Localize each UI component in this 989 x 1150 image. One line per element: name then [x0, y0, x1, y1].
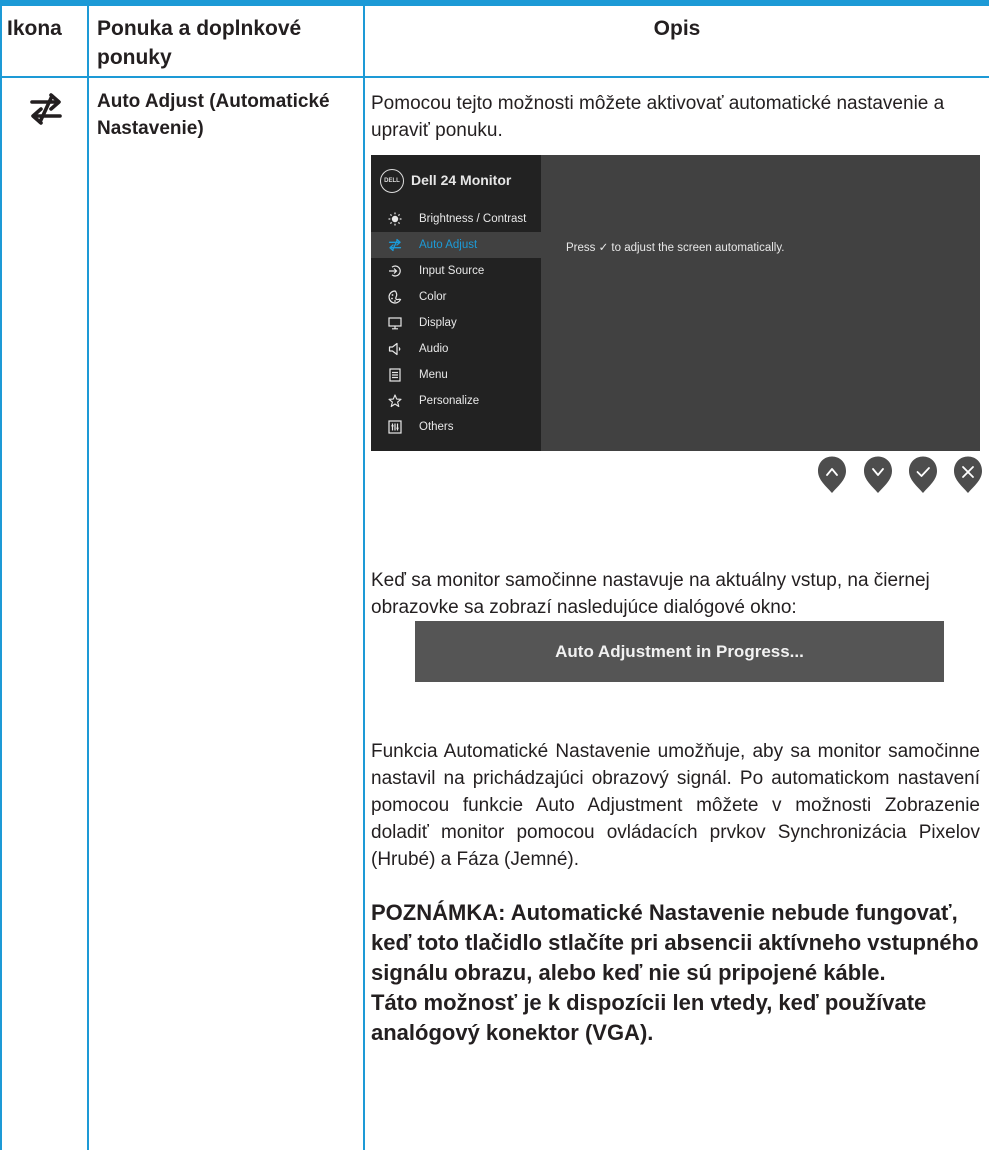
- auto-adjust-icon: [388, 238, 402, 252]
- note-text: POZNÁMKA: Automatické Nastavenie nebude …: [371, 900, 979, 985]
- input-source-icon: [389, 265, 401, 277]
- table-top-border: [0, 0, 989, 6]
- monitor-osd-screenshot: DELL Dell 24 Monitor Brightness / Contra…: [371, 155, 980, 451]
- note-vga-text: Táto možnosť je k dispozícii len vtedy, …: [371, 990, 927, 1045]
- osd-item-brightness[interactable]: Brightness / Contrast: [371, 206, 541, 232]
- table-border-col1: [87, 6, 89, 1150]
- osd-message: Press ✓ to adjust the screen automatical…: [566, 242, 785, 254]
- header-menu-column: Ponuka a doplnkové ponuky: [97, 17, 302, 69]
- dell-logo: DELL: [380, 169, 404, 193]
- star-icon: [388, 394, 402, 408]
- auto-adjust-icon: [30, 93, 62, 125]
- osd-item-label: Display: [419, 317, 457, 329]
- audio-icon: [388, 342, 401, 356]
- brightness-icon: [388, 212, 402, 226]
- header-divider: [0, 76, 989, 78]
- header-icon-column: Ikona: [7, 17, 62, 40]
- table-border-col2: [363, 6, 365, 1150]
- description-text: Funkcia Automatické Nastavenie umožňuje,…: [371, 741, 980, 870]
- osd-item-menu[interactable]: Menu: [371, 362, 541, 388]
- osd-title: Dell 24 Monitor: [411, 172, 512, 188]
- dialog-intro-text: Keď sa monitor samočinne nastavuje na ak…: [371, 570, 930, 618]
- osd-item-input-source[interactable]: Input Source: [371, 258, 541, 284]
- osd-item-others[interactable]: Others: [371, 414, 541, 440]
- table-border-left: [0, 6, 2, 1150]
- intro-text: Pomocou tejto možnosti môžete aktivovať …: [371, 93, 945, 141]
- note-block: POZNÁMKA: Automatické Nastavenie nebude …: [371, 898, 980, 1048]
- osd-item-audio[interactable]: Audio: [371, 336, 541, 362]
- osd-item-personalize[interactable]: Personalize: [371, 388, 541, 414]
- exit-button[interactable]: [953, 455, 983, 495]
- down-button[interactable]: [863, 455, 893, 495]
- confirm-button[interactable]: [908, 455, 938, 495]
- osd-item-label: Input Source: [419, 265, 485, 277]
- menu-item-name: Auto Adjust (Automatické Nastavenie): [97, 91, 330, 139]
- osd-item-label: Audio: [419, 343, 449, 355]
- auto-adjust-progress-dialog: Auto Adjustment in Progress...: [415, 621, 944, 682]
- osd-item-label: Menu: [419, 369, 448, 381]
- up-button[interactable]: [817, 455, 847, 495]
- osd-item-auto-adjust[interactable]: Auto Adjust: [371, 232, 541, 258]
- color-icon: [388, 290, 402, 304]
- display-icon: [388, 317, 402, 330]
- osd-item-display[interactable]: Display: [371, 310, 541, 336]
- osd-item-label: Others: [419, 421, 454, 433]
- others-icon: [388, 420, 402, 434]
- osd-item-label: Brightness / Contrast: [419, 213, 527, 225]
- osd-item-label: Color: [419, 291, 447, 303]
- osd-sidebar: DELL Dell 24 Monitor Brightness / Contra…: [371, 155, 541, 451]
- menu-icon: [389, 368, 401, 382]
- osd-item-label: Personalize: [419, 395, 480, 407]
- osd-item-label: Auto Adjust: [419, 239, 478, 251]
- header-description-column: Opis: [653, 17, 701, 40]
- osd-item-color[interactable]: Color: [371, 284, 541, 310]
